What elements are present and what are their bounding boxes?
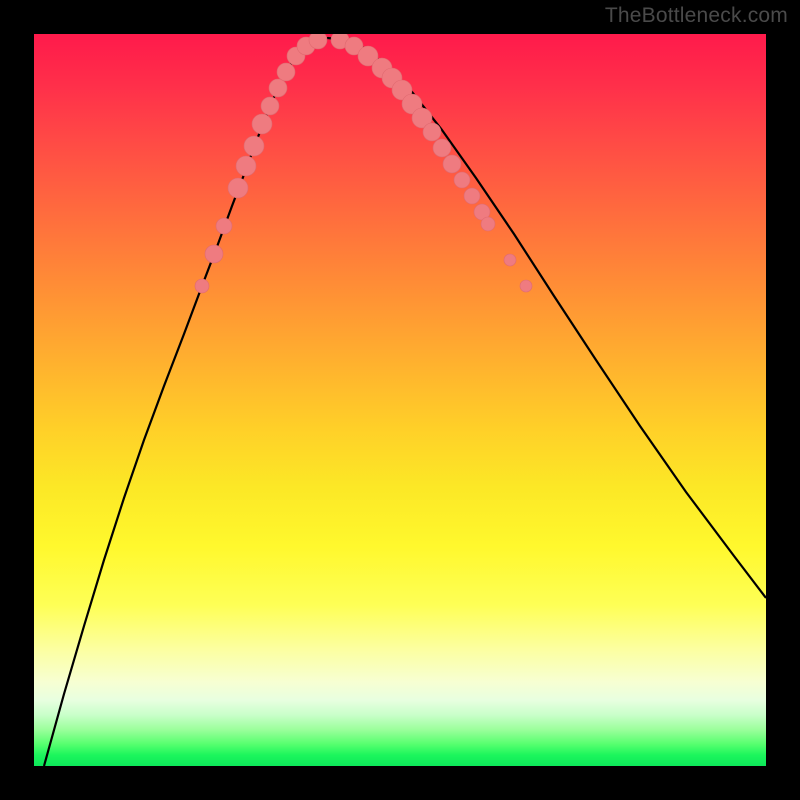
data-marker <box>244 136 264 156</box>
chart-svg <box>34 34 766 766</box>
data-marker <box>277 63 295 81</box>
data-marker <box>423 123 441 141</box>
data-marker <box>236 156 256 176</box>
data-marker <box>464 188 480 204</box>
data-marker <box>205 245 223 263</box>
watermark-text: TheBottleneck.com <box>605 4 788 28</box>
data-marker <box>481 217 495 231</box>
data-marker <box>269 79 287 97</box>
data-marker <box>504 254 516 266</box>
data-marker <box>216 218 232 234</box>
marker-group <box>195 34 532 293</box>
data-marker <box>195 279 209 293</box>
plot-area <box>34 34 766 766</box>
data-marker <box>454 172 470 188</box>
data-marker <box>252 114 272 134</box>
chart-frame: TheBottleneck.com <box>0 0 800 800</box>
data-marker <box>520 280 532 292</box>
data-marker <box>228 178 248 198</box>
data-marker <box>433 139 451 157</box>
data-marker <box>309 34 327 49</box>
bottleneck-curve <box>44 38 766 766</box>
data-marker <box>261 97 279 115</box>
data-marker <box>443 155 461 173</box>
